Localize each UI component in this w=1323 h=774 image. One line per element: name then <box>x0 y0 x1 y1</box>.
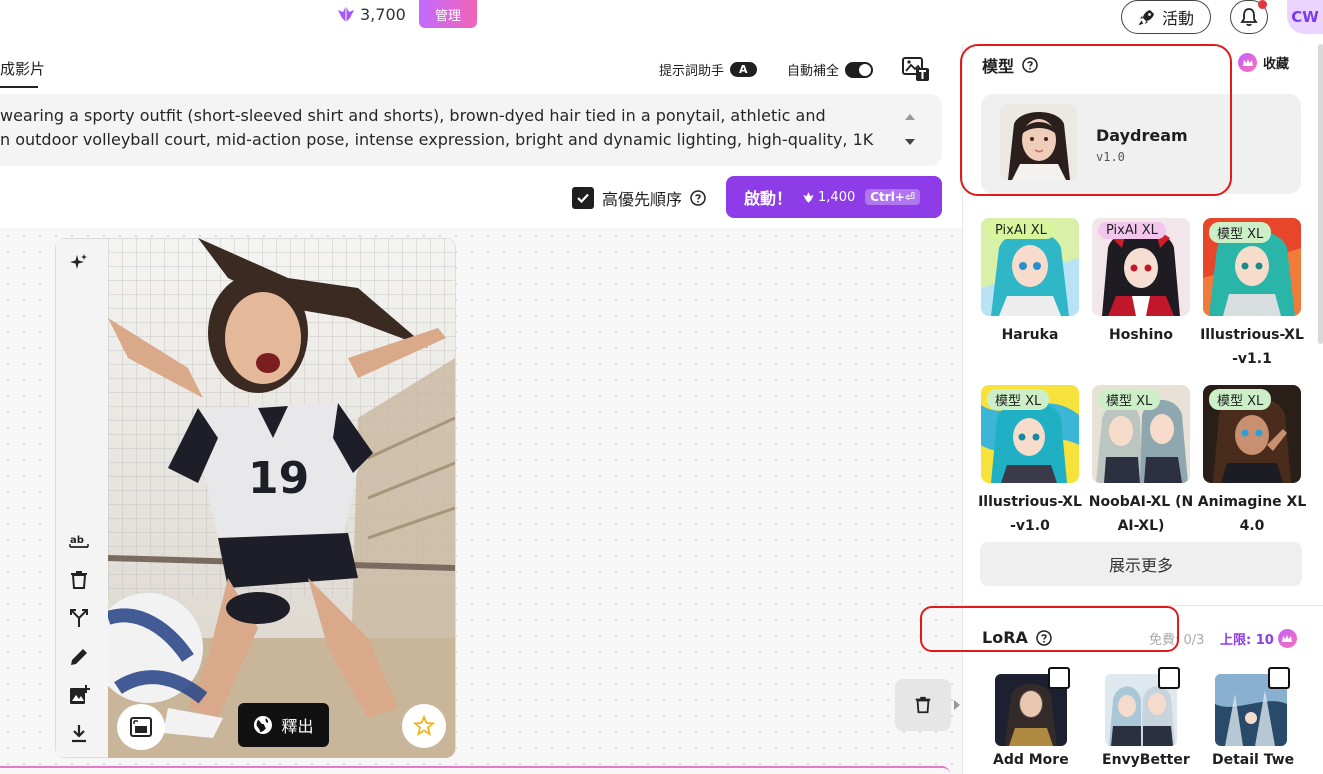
crop-frame-icon <box>130 717 152 737</box>
priority-option[interactable]: 高優先順序 <box>572 186 706 210</box>
model-thumbnail-hoshino[interactable]: PixAI XL <box>1092 218 1190 316</box>
rocket-icon <box>1138 10 1154 26</box>
prompt-line-2: n outdoor volleyball court, mid-action p… <box>0 130 874 149</box>
publish-label: 釋出 <box>281 717 314 736</box>
trash-icon <box>915 696 931 714</box>
fork-icon[interactable] <box>68 607 90 629</box>
crown-icon <box>1238 53 1257 72</box>
notification-dot <box>1258 0 1267 9</box>
model-badge: PixAI XL <box>987 222 1055 239</box>
scroll-up-icon[interactable] <box>903 110 917 124</box>
lora-checkbox-envybetter[interactable] <box>1158 667 1180 689</box>
svg-text:ab: ab <box>70 535 84 546</box>
panel-scrollbar[interactable] <box>1318 44 1323 344</box>
autocomplete-toggle[interactable]: 自動補全 <box>787 60 874 79</box>
model-thumbnail-illustrious-v10[interactable]: 模型 XL <box>981 385 1079 483</box>
model-name-animagine: Animagine XL 4.0 <box>1197 494 1307 534</box>
star-icon <box>413 715 435 736</box>
help-icon[interactable] <box>690 190 706 206</box>
tab-generate-video[interactable]: 成影片 <box>0 58 45 79</box>
credit-gem-icon <box>338 6 354 22</box>
sparkle-icon[interactable] <box>68 252 90 274</box>
lora-limit[interactable]: 上限: 10 <box>1220 629 1297 648</box>
tab-active-underline <box>0 86 38 88</box>
manage-button[interactable]: 管理 <box>419 0 477 28</box>
text-replace-icon[interactable]: ab <box>68 530 90 552</box>
lora-name-add-more: Add More <box>993 752 1069 768</box>
model-badge: 模型 XL <box>1209 222 1272 243</box>
lora-checkbox-add-more[interactable] <box>1048 667 1070 689</box>
download-icon[interactable] <box>68 722 90 744</box>
favorite-button[interactable] <box>402 704 446 748</box>
priority-label: 高優先順序 <box>602 190 683 209</box>
lora-name-detail-tweaker: Detail Twe <box>1212 752 1295 768</box>
bottom-panel-edge <box>0 766 950 774</box>
model-badge: 模型 XL <box>987 389 1050 410</box>
autocomplete-switch[interactable] <box>845 61 874 78</box>
user-avatar[interactable]: CW <box>1287 0 1323 34</box>
model-name-hoshino: Hoshino <box>1108 327 1174 343</box>
image-toolbar <box>56 239 108 757</box>
check-icon <box>577 193 589 204</box>
image-crop-button[interactable] <box>117 704 165 750</box>
delete-button[interactable] <box>895 679 951 731</box>
launch-label: 啟動！ <box>744 189 793 208</box>
prompt-helper-label: 提示詞助手 <box>659 64 725 79</box>
model-thumbnail-haruka[interactable]: PixAI XL <box>981 218 1079 316</box>
model-thumbnail-noobai[interactable]: 模型 XL <box>1092 385 1190 483</box>
bell-icon <box>1240 8 1258 27</box>
globe-icon <box>254 716 273 734</box>
prompt-helper-key: A <box>730 62 757 77</box>
model-name-illustrious-v10: Illustrious-XL -v1.0 <box>978 494 1082 534</box>
launch-cost: 1,400 <box>802 190 855 205</box>
edit-pencil-icon[interactable] <box>68 646 90 668</box>
model-thumbnail-animagine[interactable]: 模型 XL <box>1203 385 1301 483</box>
priority-checkbox[interactable] <box>572 187 594 209</box>
lora-name-envybetter: EnvyBetter <box>1102 752 1190 768</box>
image-to-text-icon[interactable] <box>902 56 930 82</box>
model-badge: PixAI XL <box>1098 222 1166 239</box>
model-badge: 模型 XL <box>1098 389 1161 410</box>
lora-limit-text: 上限: 10 <box>1220 633 1274 648</box>
event-button[interactable]: 活動 <box>1121 0 1211 34</box>
model-badge: 模型 XL <box>1209 389 1272 410</box>
show-more-button[interactable]: 展示更多 <box>980 542 1302 586</box>
model-name-illustrious-v11: Illustrious-XL -v1.1 <box>1200 327 1304 367</box>
jersey-number: 19 <box>248 453 309 504</box>
favorites-link[interactable]: 收藏 <box>1238 53 1289 72</box>
model-thumbnail-illustrious-v11[interactable]: 模型 XL <box>1203 218 1301 316</box>
annotation-highlight-model <box>960 44 1232 196</box>
prompt-text[interactable]: wearing a sporty outfit (short-sleeved s… <box>0 104 880 152</box>
prompt-line-1: wearing a sporty outfit (short-sleeved s… <box>0 106 826 125</box>
autocomplete-label: 自動補全 <box>787 64 840 79</box>
model-name-noobai: NoobAI-XL (N AI-XL) <box>1088 494 1194 534</box>
annotation-highlight-lora <box>920 606 1179 652</box>
launch-cost-value: 1,400 <box>818 189 856 205</box>
credits-display: 3,700 <box>336 0 406 28</box>
credit-gem-icon <box>803 191 814 203</box>
model-name-haruka: Haruka <box>1001 327 1059 343</box>
generated-image[interactable]: 19 <box>108 238 455 758</box>
launch-shortcut: Ctrl+⏎ <box>865 189 920 205</box>
event-label: 活動 <box>1161 9 1194 28</box>
lora-checkbox-detail-tweaker[interactable] <box>1268 667 1290 689</box>
prompt-helper-toggle[interactable]: 提示詞助手 A <box>659 60 757 79</box>
publish-button[interactable]: 釋出 <box>238 703 329 747</box>
launch-button[interactable]: 啟動！ 1,400 Ctrl+⏎ <box>726 176 942 218</box>
scroll-down-icon[interactable] <box>903 135 917 149</box>
favorites-label: 收藏 <box>1263 57 1290 72</box>
trash-icon[interactable] <box>68 569 90 591</box>
add-image-icon[interactable] <box>68 684 90 706</box>
credits-amount: 3,700 <box>360 4 406 24</box>
crown-icon <box>1277 629 1297 648</box>
